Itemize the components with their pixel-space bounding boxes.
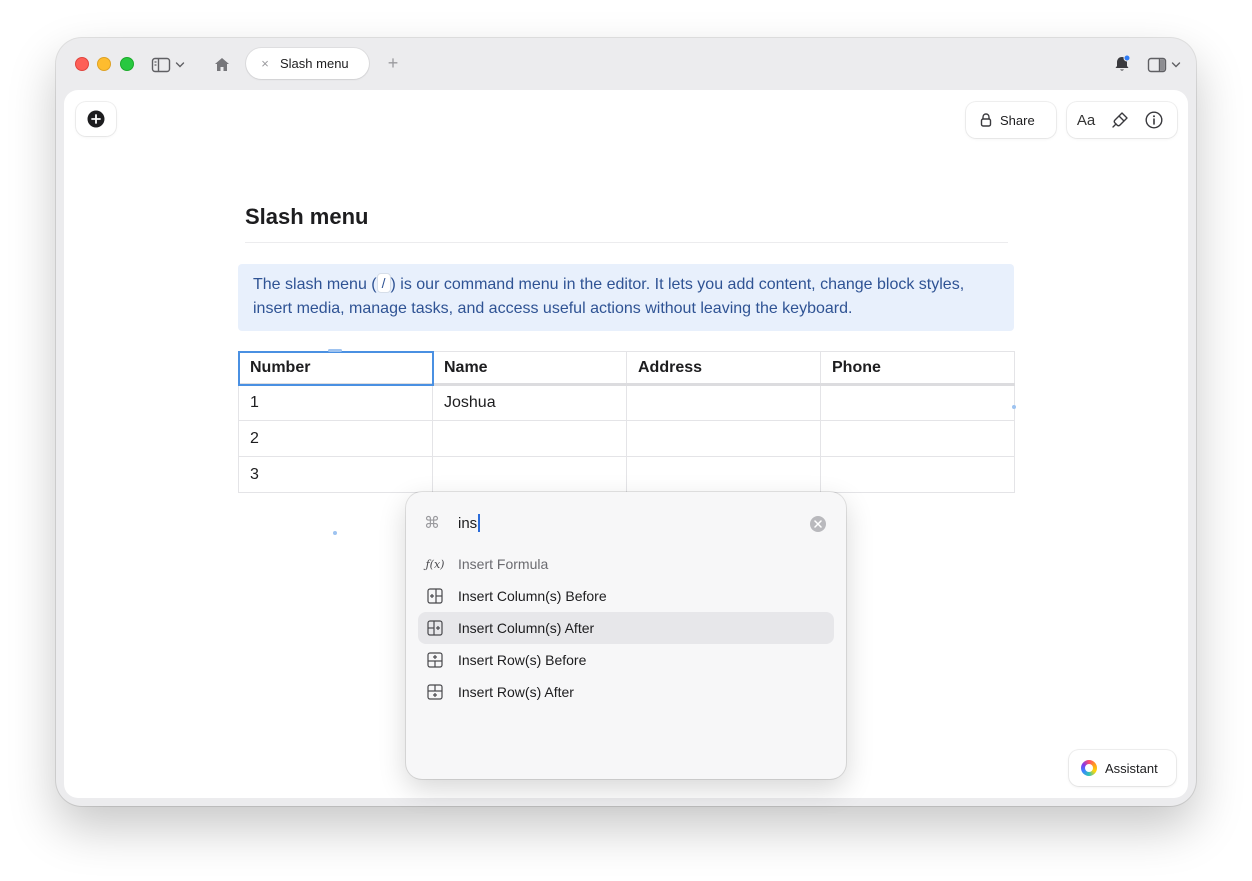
assistant-icon [1081,760,1097,776]
table-header-row: Number Name Address Phone [237,350,1015,386]
sidebar-toggle-button[interactable] [148,54,188,76]
table-cell[interactable]: 2 [238,420,433,457]
row-resize-handle[interactable] [333,531,337,535]
chevron-down-icon [1171,62,1181,68]
assistant-label: Assistant [1105,760,1158,776]
format-brush-button[interactable] [1109,110,1131,130]
header-cell-number[interactable]: Number [237,350,434,386]
tab-title: Slash menu [280,56,349,71]
insert-column-after-icon [426,619,444,637]
right-panel-icon [1147,57,1167,73]
notifications-button[interactable] [1112,54,1132,74]
menu-item-label: Insert Row(s) After [458,684,574,700]
table-cell[interactable]: 3 [238,456,433,493]
title-bar: × Slash menu + [56,38,1196,90]
menu-item-label: Insert Row(s) Before [458,652,587,668]
bell-icon [1115,54,1131,71]
menu-item-label: Insert Column(s) After [458,620,595,636]
table-row: 1 Joshua [238,384,1015,421]
menu-item-insert-row-before[interactable]: Insert Row(s) Before [418,644,834,676]
table-cell[interactable] [432,456,627,493]
header-cell-name[interactable]: Name [432,351,627,386]
table-cell[interactable] [820,384,1015,421]
table-cell[interactable] [626,384,821,421]
title-divider [245,242,1008,243]
lock-icon [980,113,992,127]
command-icon: ⌘ [424,515,440,532]
add-block-button[interactable] [76,102,116,136]
column-resize-handle[interactable] [1012,405,1016,409]
info-button[interactable] [1143,110,1165,130]
share-button[interactable]: Share [966,102,1056,138]
insert-row-after-icon [426,683,444,701]
document-tools: Aa [1067,102,1177,138]
table-cell[interactable]: 1 [238,384,433,421]
tab-close-icon[interactable]: × [258,55,272,71]
insert-column-before-icon [426,587,444,605]
formula-icon: ƒ(x) [425,557,445,571]
home-button[interactable] [212,54,232,74]
clear-search-button[interactable] [810,516,826,532]
data-table: Number Name Address Phone 1 Joshua 2 3 [237,350,1015,493]
table-cell[interactable] [626,420,821,457]
menu-item-insert-formula[interactable]: ƒ(x) Insert Formula [418,548,834,580]
table-row: 2 [238,420,1015,457]
table-cell[interactable]: Joshua [432,384,627,421]
page-title[interactable]: Slash menu [245,204,368,230]
menu-item-label: Insert Formula [458,556,549,572]
menu-item-insert-column-before[interactable]: Insert Column(s) Before [418,580,834,612]
brush-icon [1112,112,1128,128]
text-caret [478,514,481,532]
table-row: 3 [238,456,1015,493]
callout-block[interactable]: The slash menu (/) is our command menu i… [238,264,1014,331]
column-drag-handle[interactable] [328,349,342,352]
menu-item-insert-row-after[interactable]: Insert Row(s) After [418,676,834,708]
sidebar-toggle-icon [151,57,171,73]
table-cell[interactable] [432,420,627,457]
callout-text-start: The slash menu ( [253,276,377,293]
chevron-down-icon [175,62,185,68]
insert-row-before-icon [426,651,444,669]
assistant-button[interactable]: Assistant [1069,750,1176,786]
info-icon [1145,111,1163,129]
close-window-button[interactable] [75,57,89,71]
minimize-window-button[interactable] [97,57,111,71]
command-search-input[interactable]: ins [458,511,788,535]
home-icon [215,57,229,71]
font-settings-button[interactable]: Aa [1075,110,1097,130]
header-cell-address[interactable]: Address [626,351,821,386]
plus-circle-icon [87,110,105,128]
zoom-window-button[interactable] [120,57,134,71]
command-query: ins [458,514,478,532]
tab-slash-menu[interactable]: × Slash menu [246,48,369,79]
close-icon [814,520,822,528]
table-cell[interactable] [626,456,821,493]
menu-item-label: Insert Column(s) Before [458,588,607,604]
menu-item-insert-column-after[interactable]: Insert Column(s) After [418,612,834,644]
slash-key: / [376,273,391,293]
header-cell-phone[interactable]: Phone [820,351,1015,386]
right-panel-button[interactable] [1144,54,1184,76]
new-tab-button[interactable]: + [384,53,402,73]
share-label: Share [1000,112,1035,128]
table-cell[interactable] [820,420,1015,457]
table-cell[interactable] [820,456,1015,493]
slash-command-menu: ⌘ ins ƒ(x) Insert Formula Insert Column(… [406,492,846,779]
